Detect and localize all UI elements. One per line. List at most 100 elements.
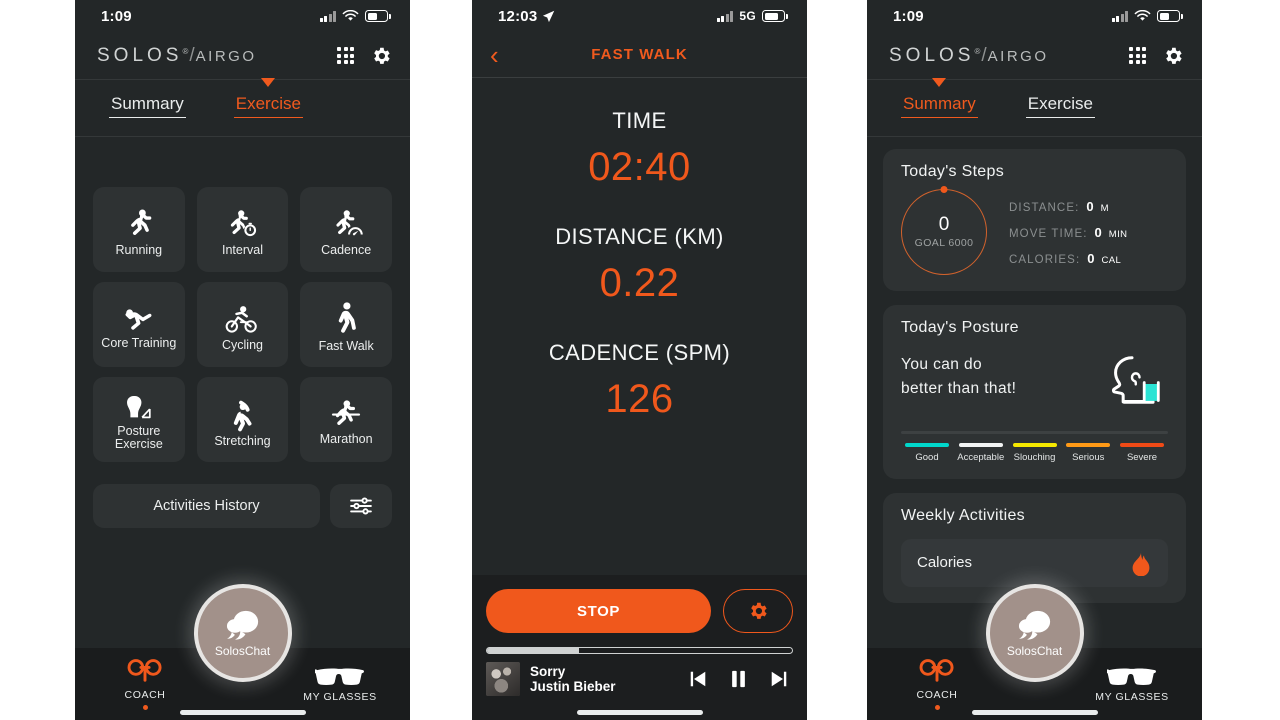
exercise-tile-cadence[interactable]: Cadence [300, 187, 392, 272]
phone-panel-active-workout: 12:03 5G ‹ FAST WALK TIME 02:40 DISTANCE… [472, 0, 807, 720]
metric-value-distance: 0.22 [599, 261, 680, 305]
gear-icon [751, 602, 767, 619]
player-buttons [688, 669, 793, 689]
tab-summary-label: Summary [901, 94, 978, 118]
steps-count: 0 [938, 214, 950, 235]
metric-value-time: 02:40 [588, 145, 691, 189]
activities-history-button[interactable]: Activities History [93, 484, 320, 528]
workout-navbar: ‹ FAST WALK [472, 32, 807, 78]
battery-icon [762, 10, 788, 22]
album-art [486, 662, 520, 696]
nav-item-my-glasses[interactable]: MY GLASSES [1092, 666, 1172, 703]
chevron-left-icon[interactable]: ‹ [490, 42, 499, 68]
signal-icon [1111, 10, 1128, 22]
coach-icon [127, 659, 162, 682]
tab-summary[interactable]: Summary [109, 94, 186, 122]
todays-posture-card[interactable]: Today's Posture You can do better than t… [883, 305, 1186, 479]
next-track-icon[interactable] [769, 669, 789, 689]
control-row: STOP [472, 589, 807, 633]
tab-summary[interactable]: Summary [901, 78, 978, 122]
tab-bar: Summary Exercise [75, 78, 410, 137]
player-progress-bar[interactable] [486, 647, 793, 654]
battery-icon [365, 10, 391, 22]
soloschat-label: SolosChat [1006, 644, 1063, 658]
legend-item-slouching: Slouching [1009, 443, 1061, 463]
pause-icon[interactable] [730, 669, 747, 689]
fast-walk-icon [338, 301, 357, 333]
stat-key: CALORIES: [1009, 253, 1081, 266]
exercise-tile-fast-walk[interactable]: Fast Walk [300, 282, 392, 367]
todays-steps-card[interactable]: Today's Steps 0 GOAL 6000 DISTANCE: 0 M [883, 149, 1186, 291]
phone-panel-summary: 1:09 SOLOS ® / AIRGO Summary Exercise To… [867, 0, 1202, 720]
grid-menu-icon[interactable] [1129, 47, 1146, 64]
logo-slash: / [189, 44, 195, 66]
workout-settings-button[interactable] [723, 589, 793, 633]
stat-key: MOVE TIME: [1009, 227, 1088, 240]
app-logo: SOLOS ® / AIRGO [97, 45, 257, 67]
logo-registered: ® [182, 46, 189, 56]
exercise-label: Core Training [101, 335, 177, 350]
summary-cards: Today's Steps 0 GOAL 6000 DISTANCE: 0 M [867, 137, 1202, 603]
battery-icon [1157, 10, 1183, 22]
exercise-tile-posture-exercise[interactable]: Posture Exercise [93, 377, 185, 462]
legend-label: Severe [1126, 451, 1158, 463]
exercise-label: Stretching [214, 433, 271, 448]
metric-label-cadence: CADENCE (SPM) [548, 340, 731, 365]
stat-value: 0 [1094, 224, 1102, 240]
soloschat-button[interactable]: SolosChat [193, 584, 292, 682]
signal-icon [319, 10, 336, 22]
cycling-icon [226, 305, 258, 333]
tab-exercise[interactable]: Exercise [233, 78, 303, 122]
stop-button[interactable]: STOP [486, 589, 711, 633]
header-icon-group [1129, 45, 1184, 67]
steps-progress-ring: 0 GOAL 6000 [901, 189, 987, 275]
exercise-grid: Running Interval Cadence Core Training C… [75, 137, 410, 462]
header-icon-group [337, 45, 392, 67]
exercise-tile-core-training[interactable]: Core Training [93, 282, 185, 367]
player-progress-wrap[interactable] [472, 633, 807, 654]
coach-icon [919, 659, 954, 682]
exercise-label: Interval [221, 242, 263, 257]
workout-controls: STOP Sorry Justin Bieber [472, 575, 807, 720]
stretching-icon [234, 400, 252, 431]
nav-item-coach[interactable]: COACH [897, 658, 977, 710]
logo-airgo: AIRGO [195, 47, 257, 65]
chat-bubbles-icon [226, 610, 258, 640]
metric-value-cadence: 126 [605, 377, 674, 421]
tab-exercise[interactable]: Exercise [1025, 94, 1095, 122]
gear-icon[interactable] [1162, 45, 1184, 67]
logo-solos: SOLOS [889, 44, 975, 66]
exercise-label: Cadence [321, 242, 372, 257]
legend-item-good: Good [901, 443, 953, 463]
weekly-row-calories[interactable]: Calories [901, 538, 1168, 587]
posture-message-line1: You can do [901, 356, 983, 373]
nav-item-my-glasses[interactable]: MY GLASSES [300, 666, 380, 703]
track-meta: Sorry Justin Bieber [530, 664, 616, 694]
soloschat-button[interactable]: SolosChat [985, 584, 1084, 682]
gear-icon[interactable] [370, 45, 392, 67]
exercise-tile-stretching[interactable]: Stretching [196, 377, 289, 462]
exercise-tile-interval[interactable]: Interval [196, 187, 289, 272]
grid-menu-icon[interactable] [337, 47, 354, 64]
status-time: 1:09 [101, 7, 132, 25]
metric-label-distance: DISTANCE (KM) [555, 224, 724, 249]
posture-legend: Good Acceptable Slouching Serious Severe [901, 443, 1168, 463]
nav-label-my-glasses: MY GLASSES [303, 690, 377, 703]
posture-message: You can do better than that! [901, 353, 1016, 401]
legend-color-bar [958, 443, 1003, 447]
screenshot-stage: 1:09 SOLOS ® / AIRGO Summary Exercise Ru… [0, 0, 1280, 720]
cadence-gauge-icon [336, 209, 363, 235]
nav-item-coach[interactable]: COACH [105, 658, 185, 710]
player-progress-fill [487, 648, 579, 653]
soloschat-label: SolosChat [214, 644, 271, 658]
exercise-tile-marathon[interactable]: Marathon [300, 377, 392, 462]
status-indicators [319, 10, 391, 22]
filter-button[interactable] [330, 484, 392, 528]
brand-bar: SOLOS ® / AIRGO [867, 32, 1202, 80]
exercise-tile-running[interactable]: Running [93, 187, 185, 272]
previous-track-icon[interactable] [688, 669, 708, 689]
home-indicator [576, 710, 703, 715]
exercise-tile-cycling[interactable]: Cycling [196, 282, 289, 367]
brand-bar: SOLOS ® / AIRGO [75, 32, 410, 80]
posture-head-icon [1111, 356, 1160, 404]
